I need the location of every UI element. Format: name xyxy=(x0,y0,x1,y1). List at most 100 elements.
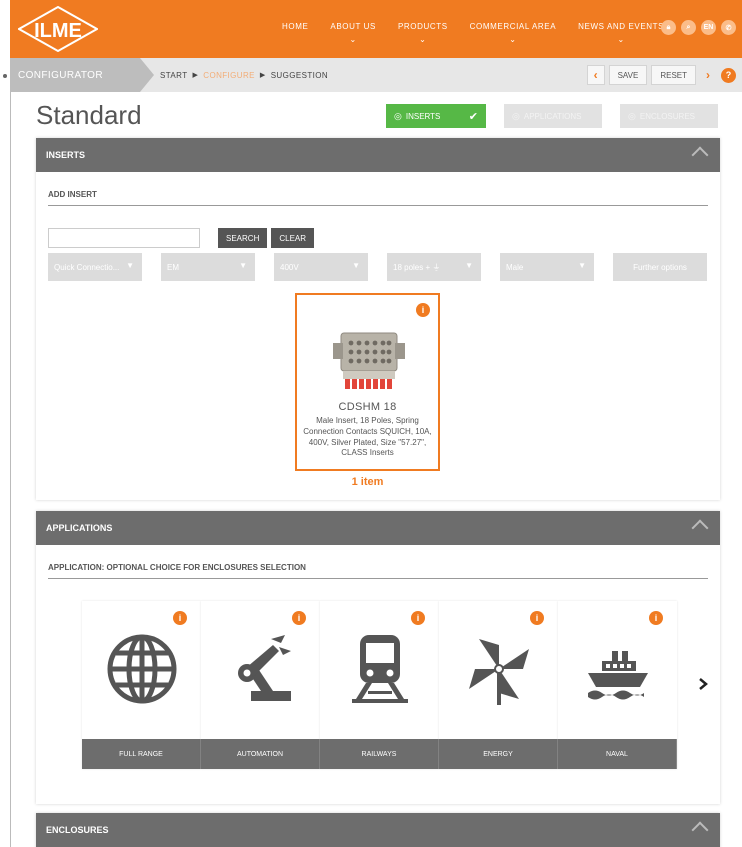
checkmark-icon: ✔ xyxy=(468,110,478,123)
lock-icon[interactable]: 🔒︎ xyxy=(661,20,676,35)
nav-item-label: HOME xyxy=(282,22,309,31)
save-button[interactable]: SAVE xyxy=(608,65,648,85)
nav-item-about-us[interactable]: ABOUT US ⌄ xyxy=(330,22,376,44)
application-naval[interactable]: i NAVAL xyxy=(558,601,677,769)
product-description: Male Insert, 18 Poles, Spring Connection… xyxy=(303,416,432,458)
globe-icon xyxy=(107,634,177,704)
further-options-button[interactable]: Further options xyxy=(613,253,707,281)
phone-icon[interactable]: ✆ xyxy=(721,20,736,35)
breadcrumb-step-suggestion[interactable]: SUGGESTION xyxy=(271,71,328,80)
nav-item-label: PRODUCTS xyxy=(397,22,448,31)
info-icon[interactable]: i xyxy=(292,611,306,625)
filter-select-2[interactable]: EM ▼ xyxy=(161,253,255,281)
step-icon: ◎ xyxy=(394,110,402,121)
step-label: INSERTS xyxy=(405,111,441,121)
breadcrumb-separator-icon: ▶ xyxy=(192,72,199,79)
svg-text:ILME: ILME xyxy=(34,20,82,42)
step-enclosures[interactable]: ◎ ENCLOSURES xyxy=(620,104,718,128)
info-icon[interactable]: i xyxy=(173,611,187,625)
filter-select-value: 18 poles + ⏚ xyxy=(393,262,441,272)
collapse-icon[interactable] xyxy=(691,146,709,164)
chevron-down-icon: ▼ xyxy=(126,261,134,270)
nav-item-label: ABOUT US xyxy=(330,22,376,31)
filter-select-1[interactable]: Quick Connectio... ▼ xyxy=(48,253,142,281)
nav-item-home[interactable]: HOME xyxy=(282,22,308,44)
breadcrumb-step-configure[interactable]: CONFIGURE xyxy=(203,71,255,80)
train-icon xyxy=(352,635,408,703)
inserts-header[interactable]: INSERTS xyxy=(36,138,720,172)
step-applications[interactable]: ◎ APPLICATIONS xyxy=(504,104,602,128)
configurator-tab[interactable]: CONFIGURATOR xyxy=(10,58,154,92)
info-icon[interactable]: i xyxy=(411,611,425,625)
insert-product-image xyxy=(333,332,405,389)
applications-header[interactable]: APPLICATIONS xyxy=(36,511,720,545)
page-title: Standard xyxy=(36,100,142,130)
reset-button[interactable]: RESET xyxy=(651,65,696,85)
chevron-down-icon: ⌄ xyxy=(509,35,517,44)
product-card[interactable]: i CDSHM 18 Male Insert, 18 Poles, Spring… xyxy=(295,293,440,471)
step-label: ENCLOSURES xyxy=(639,111,695,121)
help-icon[interactable]: ? xyxy=(721,67,736,83)
filter-select-value: EM xyxy=(167,262,179,272)
filter-select-value: Male xyxy=(506,262,524,272)
chevron-down-icon: ▼ xyxy=(352,261,360,270)
nav-item-label: NEWS AND EVENTS xyxy=(578,22,665,31)
enclosures-header-label: ENCLOSURES xyxy=(46,825,109,835)
inserts-section: INSERTS ADD INSERT SEARCH CLEAR Quick Co… xyxy=(36,138,720,500)
chevron-down-icon: ▼ xyxy=(465,261,473,270)
back-button[interactable]: ‹ xyxy=(586,65,605,85)
inserts-header-label: INSERTS xyxy=(46,150,86,160)
application-energy[interactable]: i ENERGY xyxy=(439,601,558,769)
chevron-down-icon: ⌄ xyxy=(419,35,427,44)
bullet-dot xyxy=(3,74,7,78)
page: ILME HOME ABOUT US ⌄ PRODUCTS ⌄ COMMERCIAL AR… xyxy=(0,0,742,847)
step-inserts[interactable]: ◎ INSERTS ✔ xyxy=(386,104,486,128)
nav-item-news-and-events[interactable]: NEWS AND EVENTS ⌄ xyxy=(578,22,664,44)
collapse-icon[interactable] xyxy=(691,519,709,537)
application-label: AUTOMATION xyxy=(201,739,320,769)
breadcrumb-step-start[interactable]: START xyxy=(160,71,187,80)
add-insert-heading: ADD INSERT xyxy=(48,190,708,206)
filter-select-5[interactable]: Male ▼ xyxy=(500,253,594,281)
next-arrow-icon[interactable] xyxy=(697,677,709,691)
application-label: ENERGY xyxy=(439,739,558,769)
step-icon: ◎ xyxy=(512,110,520,121)
left-rule xyxy=(10,70,11,847)
step-label: APPLICATIONS xyxy=(523,111,582,121)
chevron-down-icon: ⌄ xyxy=(617,35,625,44)
application-full-range[interactable]: i FULL RANGE xyxy=(82,601,201,769)
filter-select-3[interactable]: 400V ▼ xyxy=(274,253,368,281)
search-button[interactable]: SEARCH xyxy=(218,228,268,248)
enclosures-header[interactable]: ENCLOSURES xyxy=(36,813,720,847)
nav-item-products[interactable]: PRODUCTS ⌄ xyxy=(398,22,448,44)
breadcrumb: START ▶ CONFIGURE ▶ SUGGESTION xyxy=(160,58,328,92)
ilme-logo[interactable]: ILME xyxy=(18,6,98,52)
chevron-down-icon: ▼ xyxy=(578,261,586,270)
breadcrumb-separator-icon: ▶ xyxy=(259,72,266,79)
application-label: NAVAL xyxy=(558,739,677,769)
nav-item-label: COMMERCIAL AREA xyxy=(469,22,557,31)
application-label: RAILWAYS xyxy=(320,739,439,769)
forward-button[interactable]: › xyxy=(700,65,716,85)
applications-section: APPLICATIONS APPLICATION: OPTIONAL CHOIC… xyxy=(36,511,720,804)
search-icon[interactable]: ⌕ xyxy=(681,20,696,35)
info-icon[interactable]: i xyxy=(416,303,430,317)
info-icon[interactable]: i xyxy=(649,611,663,625)
clear-button[interactable]: CLEAR xyxy=(271,228,315,248)
filter-select-4[interactable]: 18 poles + ⏚ ▼ xyxy=(387,253,481,281)
insert-search-input[interactable] xyxy=(48,228,200,248)
collapse-icon[interactable] xyxy=(691,821,709,839)
product-name: CDSHM 18 xyxy=(338,401,397,413)
wind-turbine-icon xyxy=(469,639,529,705)
application-label: FULL RANGE xyxy=(82,739,201,769)
breadcrumb-bar: CONFIGURATOR START ▶ CONFIGURE ▶ SUGGESTION … xyxy=(10,58,742,92)
language-icon[interactable]: EN xyxy=(701,20,716,35)
application-railways[interactable]: i RAILWAYS xyxy=(320,601,439,769)
filter-select-value: Quick Connectio... xyxy=(54,262,120,272)
info-icon[interactable]: i xyxy=(530,611,544,625)
nav-item-commercial-area[interactable]: COMMERCIAL AREA ⌄ xyxy=(470,22,557,44)
step-icon: ◎ xyxy=(628,110,636,121)
application-automation[interactable]: i AUTOMATION xyxy=(201,601,320,769)
ship-icon xyxy=(588,651,648,700)
chevron-down-icon: ▼ xyxy=(239,261,247,270)
